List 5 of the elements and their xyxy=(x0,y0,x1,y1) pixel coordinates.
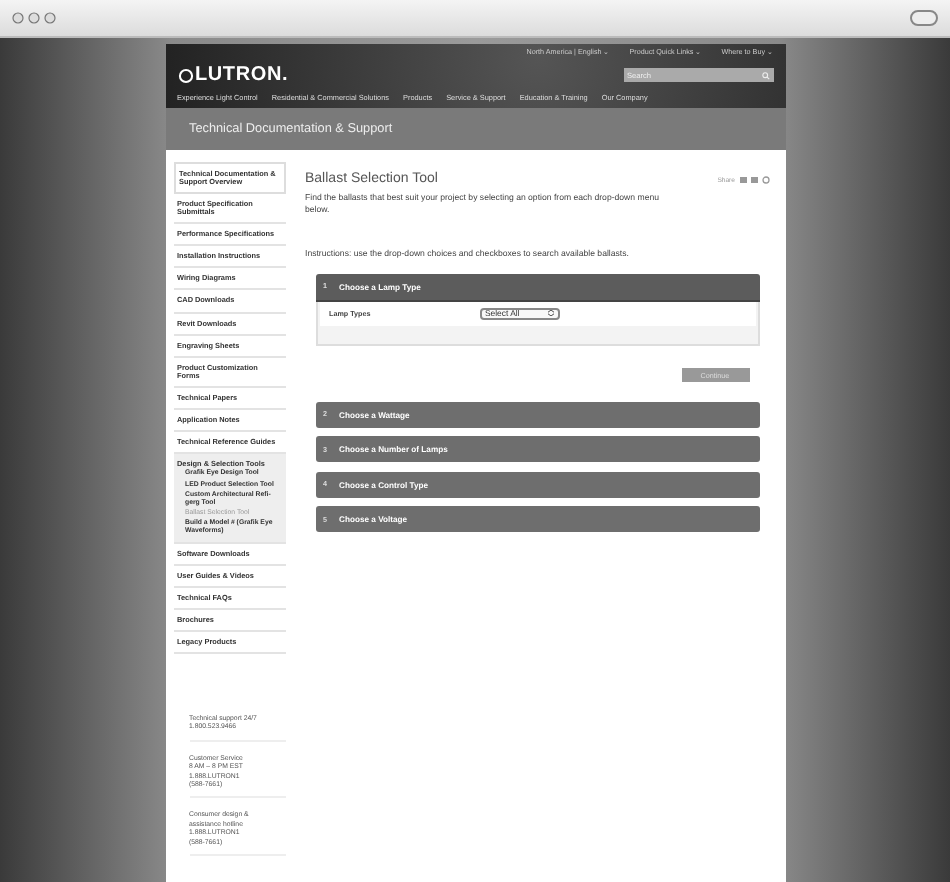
share-icons[interactable] xyxy=(739,175,769,183)
logo[interactable]: LUTRON. xyxy=(177,64,289,86)
search-icon[interactable] xyxy=(761,71,769,79)
pill-icon[interactable] xyxy=(910,10,938,26)
caret-icon xyxy=(547,310,553,317)
